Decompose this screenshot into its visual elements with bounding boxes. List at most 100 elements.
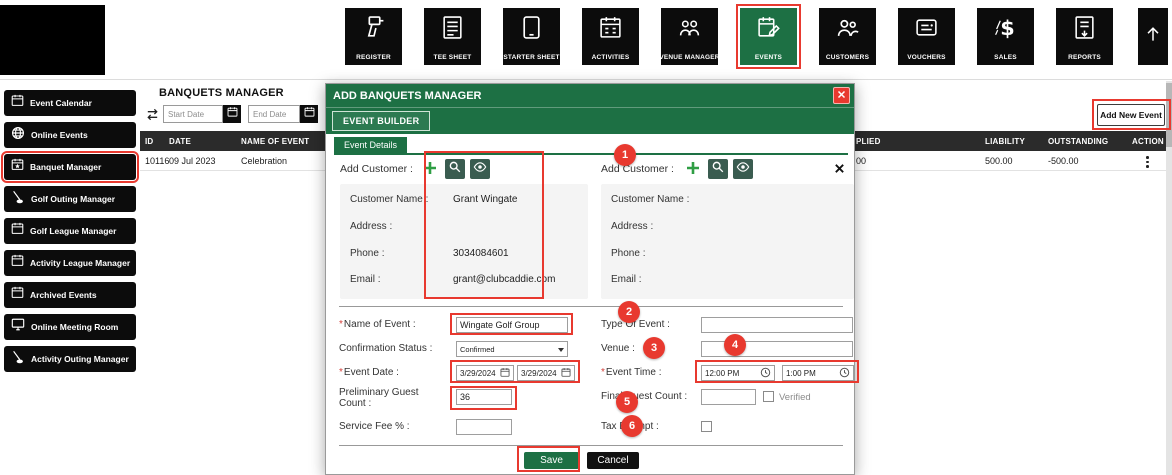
add-new-event-button[interactable]: Add New Event <box>1097 104 1165 126</box>
type-of-event-input[interactable] <box>701 317 853 333</box>
modal-title-bar: ADD BANQUETS MANAGER <box>326 84 854 107</box>
preliminary-guest-count-label: Preliminary Guest Count : <box>339 387 419 409</box>
verified-checkbox[interactable] <box>763 391 774 402</box>
event-date-end-input[interactable]: 3/29/2024 <box>517 365 575 381</box>
phone-value: 3034084601 <box>453 248 509 259</box>
toolbar-button-starter-sheet[interactable]: STARTER SHEET <box>503 8 560 65</box>
toolbar-button-vouchers[interactable]: VOUCHERS <box>898 8 955 65</box>
sidebar-item-activity-league-manager[interactable]: Activity League Manager <box>4 250 136 276</box>
tab-event-details[interactable]: Event Details <box>334 137 408 154</box>
scroll-top-button[interactable] <box>1138 8 1168 65</box>
annotation-step-5: 5 <box>616 391 638 413</box>
end-date-input[interactable] <box>248 105 300 123</box>
modal-tab-strip: EVENT BUILDER <box>326 107 854 134</box>
events-icon <box>756 15 781 45</box>
scrollbar-thumb[interactable] <box>1166 83 1172 147</box>
email-label: Email : <box>350 274 381 285</box>
col-id: ID <box>145 137 154 146</box>
confirmation-status-select[interactable]: Confirmed <box>456 341 568 357</box>
page-title: BANQUETS MANAGER <box>159 87 284 99</box>
sidebar-item-online-events[interactable]: Online Events <box>4 122 136 148</box>
add-customer-right-label: Add Customer : <box>601 163 674 175</box>
search-customer-button[interactable] <box>708 159 728 179</box>
preliminary-guest-count-input[interactable] <box>456 389 512 405</box>
toolbar-button-events[interactable]: EVENTS <box>736 4 801 69</box>
app-logo <box>0 5 105 75</box>
add-customer-plus-icon[interactable] <box>422 160 438 180</box>
sidebar-item-golf-league-manager[interactable]: Golf League Manager <box>4 218 136 244</box>
row-outstanding: -500.00 <box>1048 156 1079 166</box>
event-time-start-input[interactable]: 12:00 PM <box>701 365 775 381</box>
close-icon <box>837 90 846 102</box>
start-date-filter <box>163 105 241 123</box>
toolbar-button-venue-manager[interactable]: VENUE MANAGER <box>659 8 720 65</box>
divider <box>339 445 843 446</box>
eye-icon <box>736 160 750 179</box>
col-outstanding: OUTSTANDING <box>1048 137 1109 146</box>
toolbar-button-register[interactable]: REGISTER <box>345 8 402 65</box>
customer-info-panel-left: Customer Name : Grant Wingate Address : … <box>340 184 588 299</box>
toolbar-button-sales[interactable]: SALES <box>977 8 1034 65</box>
event-date-start-input[interactable]: 3/29/2024 <box>456 365 514 381</box>
sidebar-item-activity-outing-manager[interactable]: Activity Outing Manager <box>4 346 136 372</box>
col-name-of-event: NAME OF EVENT <box>241 137 310 146</box>
save-button[interactable]: Save <box>524 452 579 469</box>
view-customer-button[interactable] <box>470 159 490 179</box>
activities-icon <box>598 15 623 45</box>
toolbar-button-customers[interactable]: CUSTOMERS <box>819 8 876 65</box>
end-date-filter <box>248 105 318 123</box>
tab-event-builder[interactable]: EVENT BUILDER <box>332 111 431 131</box>
col-applied: PLIED <box>856 137 881 146</box>
main-toolbar: REGISTER TEE SHEET STARTER SHEET ACTIVIT… <box>345 4 1113 69</box>
modal-close-button[interactable] <box>833 87 850 104</box>
row-name: Celebration <box>241 156 288 166</box>
final-guest-count-label: Final Guest Count : <box>601 391 688 402</box>
sidebar-item-event-calendar[interactable]: Event Calendar <box>4 90 136 116</box>
toolbar-button-tee-sheet[interactable]: TEE SHEET <box>424 8 481 65</box>
tax-exempt-checkbox[interactable] <box>701 421 712 432</box>
sidebar: Event Calendar Online Events Banquet Man… <box>1 90 139 372</box>
add-customer-plus-icon[interactable] <box>685 160 701 180</box>
customer-name-label: Customer Name : <box>611 194 690 205</box>
sidebar-item-archived-events[interactable]: Archived Events <box>4 282 136 308</box>
email-label: Email : <box>611 274 642 285</box>
end-date-calendar-button[interactable] <box>300 105 318 123</box>
annotation-step-4: 4 <box>724 334 746 356</box>
event-time-label: *Event Time : <box>601 367 662 378</box>
sidebar-item-golf-outing-manager[interactable]: Golf Outing Manager <box>4 186 136 212</box>
toolbar-button-reports[interactable]: REPORTS <box>1056 8 1113 65</box>
service-fee-input[interactable] <box>456 419 512 435</box>
chevron-down-icon <box>558 348 564 352</box>
event-time-end-input[interactable]: 1:00 PM <box>782 365 854 381</box>
start-date-calendar-button[interactable] <box>223 105 241 123</box>
calendar-icon <box>11 221 24 241</box>
section-underline <box>334 153 848 155</box>
row-action-menu-icon[interactable] <box>1142 155 1153 169</box>
view-customer-button[interactable] <box>733 159 753 179</box>
cancel-button[interactable]: Cancel <box>587 452 639 469</box>
start-date-input[interactable] <box>163 105 223 123</box>
starter-sheet-icon <box>519 15 544 45</box>
search-customer-button[interactable] <box>445 159 465 179</box>
divider <box>339 306 843 307</box>
col-date: DATE <box>169 137 191 146</box>
name-of-event-input[interactable] <box>456 317 568 333</box>
phone-label: Phone : <box>350 248 385 259</box>
annotation-step-2: 2 <box>618 301 640 323</box>
address-label: Address : <box>611 221 654 232</box>
sales-icon <box>993 15 1018 45</box>
confirmation-status-label: Confirmation Status : <box>339 343 433 354</box>
toolbar-button-activities[interactable]: ACTIVITIES <box>582 8 639 65</box>
star-calendar-icon <box>11 157 24 177</box>
remove-customer-x-icon[interactable] <box>834 161 845 179</box>
calendar-icon <box>227 105 238 123</box>
calendar-icon <box>561 367 571 380</box>
tee-sheet-icon <box>440 15 465 45</box>
sidebar-item-banquet-manager[interactable]: Banquet Manager <box>1 151 139 183</box>
refresh-icon[interactable] <box>145 107 160 127</box>
final-guest-count-input[interactable] <box>701 389 756 405</box>
annotation-step-6: 6 <box>621 415 643 437</box>
sidebar-item-online-meeting-room[interactable]: Online Meeting Room <box>4 314 136 340</box>
email-value: grant@clubcaddie.com <box>453 274 556 285</box>
customer-name-label: Customer Name : <box>350 194 429 205</box>
